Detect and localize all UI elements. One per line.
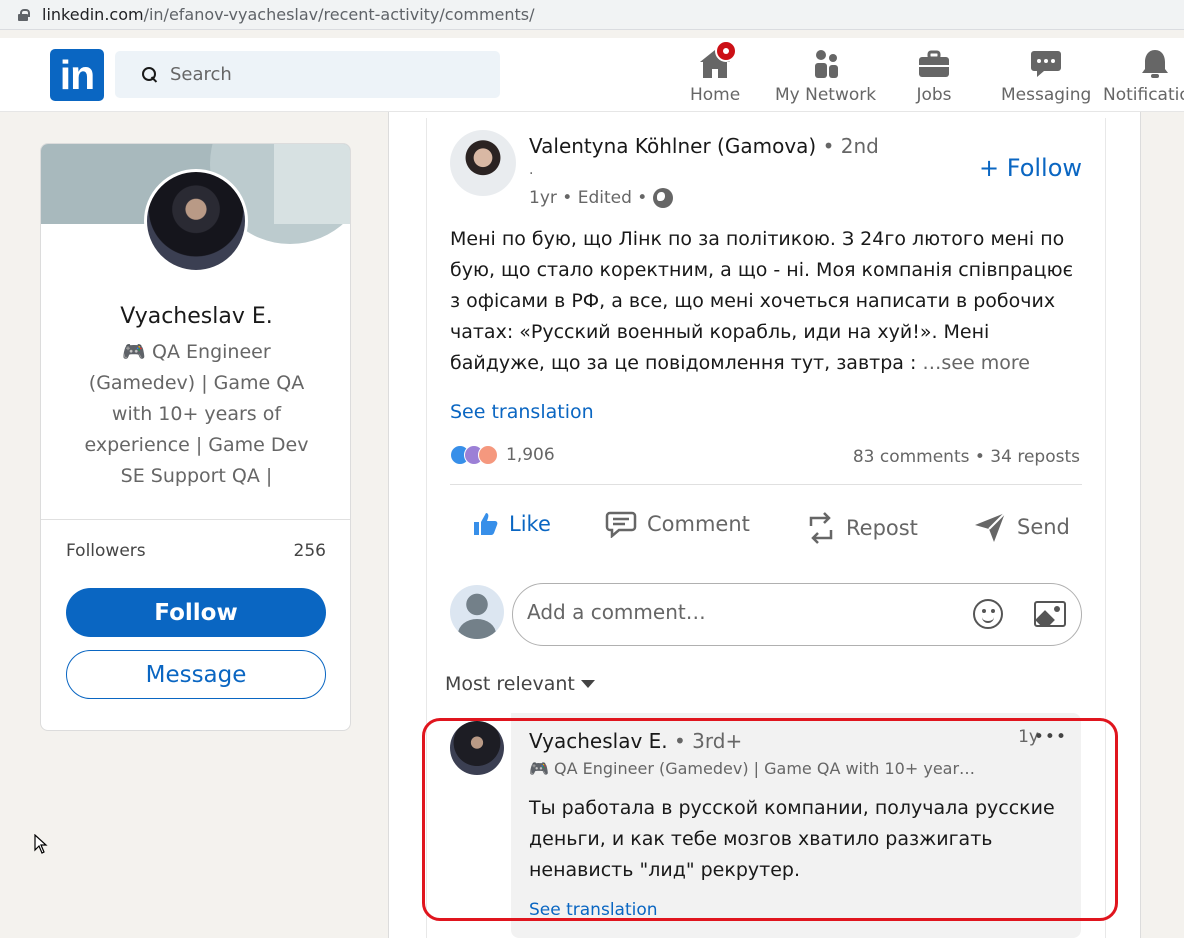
followers-label: Followers xyxy=(66,541,146,561)
post-stats[interactable]: 83 comments • 34 reposts xyxy=(853,447,1080,467)
network-icon xyxy=(808,46,844,82)
home-icon xyxy=(697,40,738,82)
profile-card: Vyacheslav E. 🎮 QA Engineer (Gamedev) | … xyxy=(40,143,351,731)
comment-label: Comment xyxy=(647,512,750,536)
bell-icon xyxy=(1137,46,1173,82)
post-body: Мені по бую, що Лінк по за політикою. З … xyxy=(450,224,1080,379)
author-avatar[interactable] xyxy=(450,130,516,196)
divider xyxy=(450,484,1082,485)
search-icon xyxy=(142,66,158,83)
comment-box[interactable] xyxy=(512,583,1082,646)
divider xyxy=(41,519,350,520)
send-button[interactable]: Send xyxy=(973,510,1070,544)
nav-home[interactable]: Home xyxy=(690,38,740,112)
followers-count: 256 xyxy=(293,541,326,561)
like-button[interactable]: Like xyxy=(471,510,551,538)
global-nav: in Home My Network Jobs Messaging Notifi… xyxy=(0,38,1184,112)
nav-home-label: Home xyxy=(690,85,741,105)
post-meta: 1yr • Edited • xyxy=(529,188,674,208)
nav-messaging-label: Messaging xyxy=(1001,85,1092,105)
follow-author-button[interactable]: + Follow xyxy=(979,154,1082,182)
url-text[interactable]: linkedin.com/in/efanov-vyacheslav/recent… xyxy=(42,5,535,24)
linkedin-logo[interactable]: in xyxy=(50,49,104,101)
profile-avatar[interactable] xyxy=(144,169,248,273)
nav-messaging[interactable]: Messaging xyxy=(1001,38,1091,112)
comment-button[interactable]: Comment xyxy=(605,510,750,538)
search-input[interactable] xyxy=(170,64,470,85)
repost-label: Repost xyxy=(846,516,918,540)
send-icon xyxy=(975,512,1006,542)
url-path: /in/efanov-vyacheslav/recent-activity/co… xyxy=(143,5,535,24)
nav-notifications[interactable]: Notificatio xyxy=(1103,38,1184,112)
url-domain: linkedin.com xyxy=(42,5,144,24)
repost-button[interactable]: Repost xyxy=(806,510,918,546)
briefcase-icon xyxy=(916,46,952,82)
follow-button[interactable]: Follow xyxy=(66,588,326,637)
send-label: Send xyxy=(1017,515,1070,539)
banner-rect-decoration xyxy=(274,144,350,224)
reactions-summary[interactable]: 1,906 xyxy=(450,445,555,465)
lock-icon xyxy=(18,8,30,21)
search-bar[interactable] xyxy=(115,51,500,98)
highlight-annotation xyxy=(422,718,1118,921)
notification-badge xyxy=(715,40,738,62)
nav-my-network[interactable]: My Network xyxy=(775,38,876,112)
messaging-icon xyxy=(1028,46,1064,82)
sort-label: Most relevant xyxy=(445,673,575,695)
reactions-count: 1,906 xyxy=(506,445,555,465)
post-meta-text: 1yr • Edited • xyxy=(529,188,648,208)
profile-headline: 🎮 QA Engineer (Gamedev) | Game QA with 1… xyxy=(84,341,309,487)
thumbs-up-icon xyxy=(474,513,498,535)
current-user-avatar xyxy=(450,585,504,639)
author-degree: • 2nd xyxy=(822,134,879,158)
emoji-icon[interactable] xyxy=(973,599,1003,629)
globe-icon xyxy=(653,188,674,208)
browser-address-bar[interactable]: linkedin.com/in/efanov-vyacheslav/recent… xyxy=(0,0,1184,30)
see-translation-link[interactable]: See translation xyxy=(450,401,594,423)
author-name[interactable]: Valentyna Köhlner (Gamova) • 2nd xyxy=(529,134,879,158)
author-subtitle: . xyxy=(529,162,534,178)
mouse-cursor-icon xyxy=(34,834,48,854)
see-more-link[interactable]: …see more xyxy=(922,352,1030,374)
nav-my-network-label: My Network xyxy=(775,85,877,105)
comment-input[interactable] xyxy=(527,600,947,624)
comment-icon xyxy=(605,511,637,538)
sort-dropdown[interactable]: Most relevant xyxy=(445,673,595,695)
repost-icon xyxy=(809,512,833,544)
like-label: Like xyxy=(509,512,551,536)
message-button[interactable]: Message xyxy=(66,650,326,699)
nav-jobs-label: Jobs xyxy=(916,85,952,105)
nav-notifications-label: Notificatio xyxy=(1103,85,1184,105)
profile-name[interactable]: Vyacheslav E. xyxy=(41,304,350,329)
nav-jobs[interactable]: Jobs xyxy=(916,38,952,112)
caret-down-icon xyxy=(580,680,595,688)
author-name-text: Valentyna Köhlner (Gamova) xyxy=(529,134,817,158)
image-icon[interactable] xyxy=(1034,601,1066,627)
love-reaction-icon xyxy=(478,445,498,465)
